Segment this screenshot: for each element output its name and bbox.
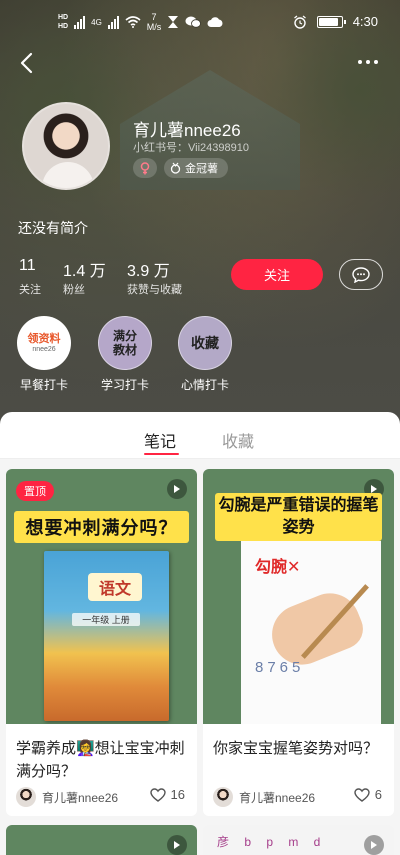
- username: 育儿薯nnee26: [133, 121, 241, 140]
- chevron-left-icon: [20, 52, 33, 74]
- like-count: 6: [374, 787, 382, 802]
- stat-following[interactable]: 11 关注: [19, 257, 41, 297]
- note-cover[interactable]: 勾腕是严重错误的握笔姿势 勾腕✕ 8765: [203, 469, 394, 724]
- tab-notes[interactable]: 笔记: [144, 428, 176, 452]
- chat-bubble-icon: [352, 266, 370, 283]
- status-left: HD HD 4G 7 M/s: [58, 12, 223, 32]
- pinned-badge: 置顶: [16, 481, 54, 501]
- active-tab-indicator: [144, 453, 179, 455]
- stat-value: 3.9 万: [127, 263, 170, 280]
- board-thumb-text: 领资料: [27, 332, 61, 345]
- note-card[interactable]: [6, 825, 197, 855]
- level-badge[interactable]: 金冠薯: [164, 158, 228, 178]
- female-icon: [140, 161, 150, 174]
- stat-label: 获赞与收藏: [127, 284, 182, 296]
- battery-level: [318, 17, 338, 26]
- alarm-icon: [293, 15, 306, 29]
- cover-text: 彦 b p m d: [217, 835, 327, 849]
- board-mood[interactable]: 收藏 心情打卡: [173, 316, 237, 393]
- note-card[interactable]: 彦 b p m d: [203, 825, 394, 855]
- cover-mark: 勾腕✕: [255, 559, 301, 576]
- stat-label: 关注: [19, 284, 41, 296]
- speed-value: 7: [151, 12, 157, 22]
- clock: 4:30: [352, 14, 378, 29]
- note-author[interactable]: 育儿薯nnee26: [16, 787, 118, 807]
- cover-numbers: 8765: [255, 659, 305, 676]
- more-button[interactable]: [358, 56, 384, 68]
- author-avatar: [16, 787, 36, 807]
- signal-icon: [74, 15, 86, 29]
- hd-indicator: HD HD: [58, 14, 68, 30]
- hd-label: HD: [58, 14, 69, 21]
- author-avatar: [213, 787, 233, 807]
- stat-value: 1.4 万: [63, 263, 106, 280]
- wechat-icon: [185, 16, 202, 28]
- back-button[interactable]: [18, 52, 38, 74]
- author-name: 育儿薯nnee26: [239, 790, 316, 805]
- stat-followers[interactable]: 1.4 万 粉丝: [63, 257, 106, 297]
- stat-label: 粉丝: [63, 284, 85, 296]
- board-thumb-text: 满分: [112, 329, 137, 343]
- heart-icon: [149, 787, 166, 802]
- board-label: 心情打卡: [180, 378, 229, 392]
- speed-unit: M/s: [146, 22, 162, 32]
- speed-indicator: 7 M/s: [147, 12, 162, 32]
- hourglass-icon: [168, 16, 179, 28]
- board-label: 学习打卡: [100, 378, 149, 392]
- network-label: 4G: [91, 17, 102, 27]
- wifi-icon: [125, 16, 141, 28]
- heart-icon: [354, 787, 370, 802]
- signal-icon: [107, 15, 119, 29]
- board-thumbnail: 领资料 nnee26: [17, 316, 71, 370]
- board-breakfast[interactable]: 领资料 nnee26 早餐打卡: [12, 316, 76, 393]
- status-bar: HD HD 4G 7 M/s 4:30: [0, 0, 400, 46]
- message-button[interactable]: [339, 259, 383, 290]
- board-label: 早餐打卡: [19, 378, 68, 392]
- board-thumb-sub: nnee26: [32, 345, 56, 353]
- writing-paper-image: 勾腕✕ 8765: [241, 541, 381, 724]
- cover-headline: 勾腕是严重错误的握笔姿势: [215, 493, 382, 541]
- bio-text[interactable]: 还没有简介: [18, 218, 88, 238]
- note-title[interactable]: 学霸养成👩‍🏫想让宝宝冲刺满分吗？: [16, 737, 188, 783]
- book-title: 语文: [88, 573, 142, 601]
- tab-collections[interactable]: 收藏: [222, 428, 254, 452]
- profile-header: HD HD 4G 7 M/s 4:30 育儿薯nnee26 小红书号：Vii24…: [0, 0, 400, 430]
- cloud-icon: [207, 17, 223, 27]
- like-button[interactable]: 6: [354, 787, 382, 802]
- stat-likes-collects[interactable]: 3.9 万 获赞与收藏: [127, 257, 182, 297]
- board-thumbnail: 满分 教材: [98, 316, 152, 370]
- user-id[interactable]: 小红书号：Vii24398910: [133, 139, 249, 155]
- textbook-image: 语文 一年级 上册: [44, 551, 169, 721]
- hd-label: HD: [58, 23, 69, 30]
- note-card[interactable]: 勾腕是严重错误的握笔姿势 勾腕✕ 8765 你家宝宝握笔姿势对吗？ 育儿薯nne…: [203, 469, 394, 816]
- more-horizontal-icon: [358, 60, 362, 64]
- board-thumb-text: 教材: [112, 343, 137, 357]
- medal-icon: [170, 162, 181, 174]
- video-play-icon: [364, 835, 384, 855]
- follow-button[interactable]: 关注: [231, 259, 323, 290]
- note-card[interactable]: 置顶 想要冲刺满分吗？ 语文 一年级 上册 学霸养成👩‍🏫想让宝宝冲刺满分吗？ …: [6, 469, 197, 816]
- video-play-icon: [167, 479, 187, 499]
- like-count: 16: [170, 787, 185, 802]
- video-play-icon: [167, 835, 187, 855]
- avatar[interactable]: [22, 102, 110, 190]
- note-author[interactable]: 育儿薯nnee26: [213, 787, 315, 807]
- note-title[interactable]: 你家宝宝握笔姿势对吗？: [213, 737, 385, 760]
- stat-value: 11: [19, 257, 36, 274]
- like-button[interactable]: 16: [149, 787, 185, 802]
- book-grade: 一年级 上册: [72, 613, 140, 626]
- battery-icon: [316, 15, 346, 28]
- status-right: 4:30: [293, 14, 378, 29]
- board-thumbnail: 收藏: [178, 316, 232, 370]
- gender-tag: [133, 158, 157, 178]
- board-thumb-text: 收藏: [191, 335, 219, 351]
- board-study[interactable]: 满分 教材 学习打卡: [93, 316, 157, 393]
- author-name: 育儿薯nnee26: [42, 790, 119, 805]
- badge-label: 金冠薯: [185, 163, 218, 175]
- note-cover[interactable]: 置顶 想要冲刺满分吗？ 语文 一年级 上册: [6, 469, 197, 724]
- cover-headline: 想要冲刺满分吗？: [14, 511, 189, 543]
